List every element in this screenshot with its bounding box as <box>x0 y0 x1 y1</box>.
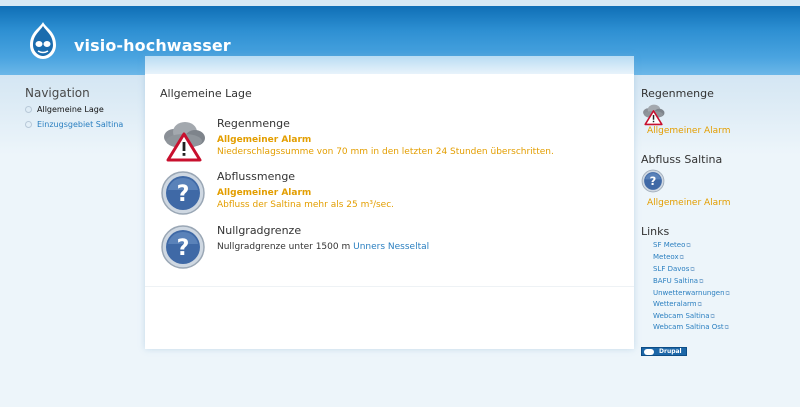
sidebar-abfluss-alarm: Allgemeiner Alarm <box>647 198 731 208</box>
navigation-title: Navigation <box>25 86 90 100</box>
external-link-icon: ⧉ <box>686 242 691 249</box>
main-content: Allgemeine Lage Regenmenge Allgemeiner A… <box>145 56 634 349</box>
question-icon: ? <box>161 171 205 215</box>
entry-title: Abflussmenge <box>217 170 296 183</box>
external-link-icon: ⧉ <box>710 313 715 320</box>
bullet-icon <box>25 121 32 128</box>
nullgradgrenze-text: Nullgradgrenze unter 1500 m <box>217 242 351 252</box>
rain-warning-icon <box>643 104 665 126</box>
svg-text:?: ? <box>650 174 657 188</box>
page-title: Allgemeine Lage <box>160 87 252 100</box>
powered-by-drupal-badge[interactable]: Drupal <box>641 347 687 356</box>
link-sf-meteo[interactable]: SF Meteo⧉ <box>653 241 691 250</box>
sidebar-links-title: Links <box>641 225 670 238</box>
bullet-icon <box>25 106 32 113</box>
site-name[interactable]: visio-hochwasser <box>74 36 231 55</box>
external-link-icon: ⧉ <box>697 301 702 308</box>
alarm-label: Allgemeiner Alarm <box>217 135 312 145</box>
entry-text: Nullgradgrenze unter 1500 m Unners Nesse… <box>217 242 429 252</box>
divider <box>145 286 634 287</box>
question-icon: ? <box>161 225 205 269</box>
link-unwetterwarnungen[interactable]: Unwetterwarnungen⧉ <box>653 289 730 298</box>
rain-warning-icon <box>164 122 205 162</box>
sidebar-abfluss-title: Abfluss Saltina <box>641 153 723 166</box>
badge-label: Drupal <box>659 348 682 355</box>
drupal-logo-icon[interactable] <box>22 20 64 62</box>
external-link-icon: ⧉ <box>699 278 704 285</box>
sidebar-regenmenge-title: Regenmenge <box>641 87 714 100</box>
question-icon: ? <box>641 169 665 193</box>
svg-text:?: ? <box>177 236 190 261</box>
external-link-icon: ⧉ <box>690 266 695 273</box>
nav-item-allgemeine-lage[interactable]: Allgemeine Lage <box>25 105 104 114</box>
link-webcam-saltina[interactable]: Webcam Saltina⧉ <box>653 312 715 321</box>
alarm-description: Abfluss der Saltina mehr als 25 m³/sec. <box>217 200 395 210</box>
alarm-description: Niederschlagssumme von 70 mm in den letz… <box>217 147 554 157</box>
sidebar-regenmenge-alarm: Allgemeiner Alarm <box>647 126 731 136</box>
main-top-gradient <box>145 56 634 74</box>
external-link-icon: ⧉ <box>724 324 729 331</box>
external-link-icon: ⧉ <box>679 254 684 261</box>
entry-title: Regenmenge <box>217 117 290 130</box>
external-link-icon: ⧉ <box>725 290 730 297</box>
location-link[interactable]: Unners Nesseltal <box>353 242 429 252</box>
link-webcam-saltina-ost[interactable]: Webcam Saltina Ost⧉ <box>653 323 729 332</box>
svg-text:?: ? <box>177 182 190 207</box>
entry-title: Nullgradgrenze <box>217 224 302 237</box>
nav-item-einzugsgebiet-saltina[interactable]: Einzugsgebiet Saltina <box>25 120 123 129</box>
drupal-drop-icon <box>644 349 654 355</box>
link-slf-davos[interactable]: SLF Davos⧉ <box>653 265 695 274</box>
link-meteox[interactable]: Meteox⧉ <box>653 253 684 262</box>
alarm-label: Allgemeiner Alarm <box>217 188 312 198</box>
link-bafu-saltina[interactable]: BAFU Saltina⧉ <box>653 277 703 286</box>
link-wetteralarm[interactable]: Wetteralarm⧉ <box>653 300 702 309</box>
